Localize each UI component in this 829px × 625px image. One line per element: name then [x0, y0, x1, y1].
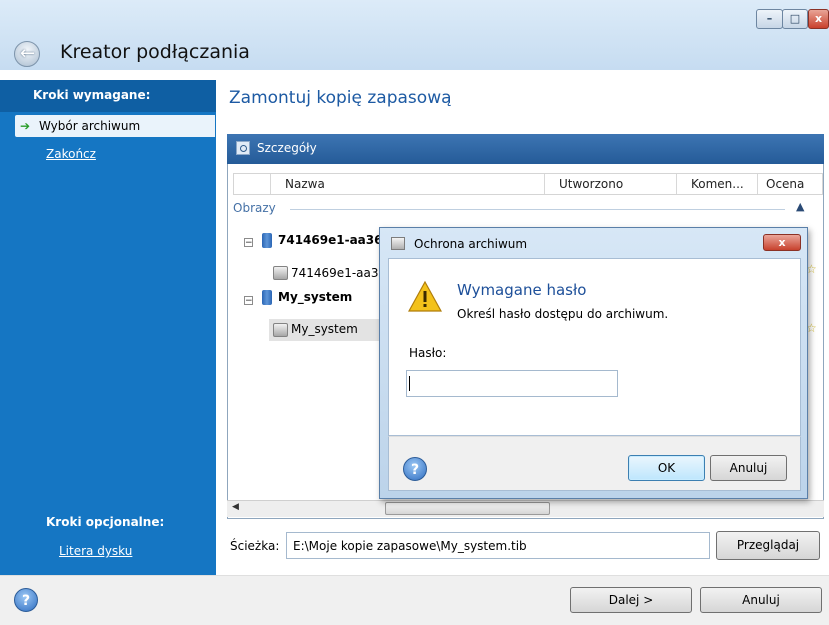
column-separator — [270, 174, 271, 194]
collapse-chevron-icon[interactable]: ▲ — [796, 200, 804, 213]
dialog-cancel-button[interactable]: Anuluj — [710, 455, 787, 481]
details-header-label: Szczegóły — [257, 141, 317, 155]
text-caret — [409, 376, 410, 391]
column-header-row: Nazwa Utworzono Komen... Ocena — [233, 173, 823, 195]
tree-item-label[interactable]: My_system — [278, 290, 352, 304]
optional-steps-header: Kroki opcjonalne: — [46, 515, 165, 529]
archive-protection-icon — [391, 237, 405, 250]
cancel-button[interactable]: Anuluj — [700, 587, 822, 613]
collapse-expander[interactable]: − — [244, 238, 253, 248]
archive-icon — [273, 266, 288, 280]
maximize-button[interactable]: □ — [782, 9, 808, 29]
archive-icon — [273, 323, 288, 337]
sidebar-item-finish[interactable]: Zakończ — [46, 147, 96, 161]
column-separator — [676, 174, 677, 194]
next-button[interactable]: Dalej > — [570, 587, 692, 613]
dialog-body — [388, 258, 801, 436]
dialog-help-icon[interactable]: ? — [403, 457, 427, 481]
column-rating[interactable]: Ocena — [766, 177, 804, 191]
back-arrow-icon[interactable] — [14, 41, 40, 67]
warning-icon — [408, 280, 442, 312]
column-separator — [757, 174, 758, 194]
scrollbar-thumb[interactable] — [385, 502, 550, 515]
window-title: Kreator podłączania — [60, 41, 250, 63]
tree-item-label[interactable]: My_system — [291, 322, 358, 336]
minimize-button[interactable]: – — [756, 9, 783, 29]
scroll-left-icon[interactable]: ◀ — [232, 502, 239, 512]
browse-button[interactable]: Przeglądaj — [716, 531, 820, 560]
details-header[interactable]: Szczegóły — [227, 134, 824, 164]
dialog-title: Ochrona archiwum — [414, 237, 528, 251]
sidebar-item-archive-selection[interactable]: ➔ Wybór archiwum — [15, 115, 215, 137]
disk-icon — [262, 290, 272, 305]
dialog-heading: Wymagane hasło — [457, 281, 587, 299]
details-icon — [236, 141, 250, 155]
dialog-message: Określ hasło dostępu do archiwum. — [457, 307, 669, 321]
close-button[interactable]: x — [808, 9, 829, 29]
tree-item-label[interactable]: 741469e1-aa36 — [291, 266, 386, 280]
tree-item-label[interactable]: 741469e1-aa36 — [278, 233, 382, 247]
path-label: Ścieżka: — [230, 539, 280, 553]
collapse-expander[interactable]: − — [244, 296, 253, 306]
column-comment[interactable]: Komen... — [691, 177, 744, 191]
column-created[interactable]: Utworzono — [559, 177, 623, 191]
sidebar-item-drive-letter[interactable]: Litera dysku — [59, 544, 132, 558]
ok-button[interactable]: OK — [628, 455, 705, 481]
sidebar: Kroki wymagane: ➔ Wybór archiwum Zakończ… — [0, 80, 216, 575]
column-separator — [544, 174, 545, 194]
column-name[interactable]: Nazwa — [285, 177, 325, 191]
page-title: Zamontuj kopię zapasową — [229, 88, 452, 108]
group-divider — [290, 209, 785, 210]
dialog-close-button[interactable]: x — [763, 234, 801, 251]
password-label: Hasło: — [409, 346, 447, 360]
password-input[interactable] — [406, 370, 618, 397]
help-icon[interactable]: ? — [14, 588, 38, 612]
group-label: Obrazy — [233, 201, 276, 215]
password-dialog: Ochrona archiwum x Wymagane hasło Określ… — [379, 227, 808, 499]
required-steps-header: Kroki wymagane: — [0, 80, 216, 112]
disk-icon — [262, 233, 272, 248]
green-arrow-icon: ➔ — [20, 119, 31, 133]
sidebar-item-label: Wybór archiwum — [39, 119, 141, 133]
path-input[interactable]: E:\Moje kopie zapasowe\My_system.tib — [286, 532, 710, 559]
